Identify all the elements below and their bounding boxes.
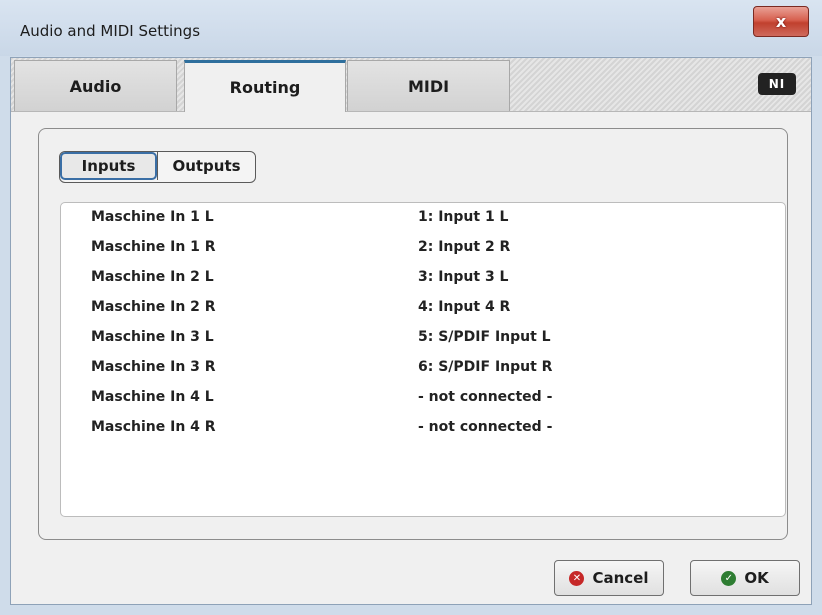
cancel-button[interactable]: ✕ Cancel: [554, 560, 664, 596]
list-item[interactable]: Maschine In 2 R 4: Input 4 R: [61, 295, 785, 325]
list-item[interactable]: Maschine In 2 L 3: Input 3 L: [61, 265, 785, 295]
window-title: Audio and MIDI Settings: [20, 22, 201, 40]
outputs-button[interactable]: Outputs: [157, 152, 255, 180]
list-item[interactable]: Maschine In 4 R - not connected -: [61, 415, 785, 445]
routing-panel: Inputs Outputs Maschine In 1 L 1: Input …: [38, 128, 788, 540]
check-icon: ✓: [721, 570, 737, 586]
tab-audio-label: Audio: [69, 76, 122, 96]
channel-source[interactable]: 2: Input 2 R: [418, 239, 510, 255]
close-icon: x: [775, 12, 787, 31]
list-item[interactable]: Maschine In 3 L 5: S/PDIF Input L: [61, 325, 785, 355]
channel-name: Maschine In 1 L: [91, 209, 214, 225]
channel-name: Maschine In 4 L: [91, 389, 214, 405]
channel-source[interactable]: - not connected -: [418, 419, 552, 435]
list-item[interactable]: Maschine In 3 R 6: S/PDIF Input R: [61, 355, 785, 385]
channel-name: Maschine In 2 L: [91, 269, 214, 285]
list-item[interactable]: Maschine In 1 L 1: Input 1 L: [61, 205, 785, 235]
channel-name: Maschine In 4 R: [91, 419, 216, 435]
tab-midi-label: MIDI: [407, 76, 450, 96]
list-item[interactable]: Maschine In 1 R 2: Input 2 R: [61, 235, 785, 265]
channel-source[interactable]: 3: Input 3 L: [418, 269, 508, 285]
ok-label: OK: [744, 569, 769, 587]
title-bar: Audio and MIDI Settings x: [0, 0, 822, 56]
channel-source[interactable]: 6: S/PDIF Input R: [418, 359, 552, 375]
list-item[interactable]: Maschine In 4 L - not connected -: [61, 385, 785, 415]
settings-window: Audio and MIDI Settings x Audio Routing …: [0, 0, 822, 615]
ok-button[interactable]: ✓ OK: [690, 560, 800, 596]
tab-routing[interactable]: Routing: [184, 60, 346, 112]
channel-name: Maschine In 3 L: [91, 329, 214, 345]
channel-source[interactable]: - not connected -: [418, 389, 552, 405]
tab-strip: Audio Routing MIDI NI: [11, 58, 811, 112]
tab-midi[interactable]: MIDI: [347, 60, 510, 111]
dialog-body: Audio Routing MIDI NI Inputs Outputs Mas…: [10, 57, 812, 605]
channel-source[interactable]: 4: Input 4 R: [418, 299, 510, 315]
inputs-outputs-toggle: Inputs Outputs: [59, 151, 256, 183]
cancel-label: Cancel: [592, 569, 649, 587]
channel-source[interactable]: 5: S/PDIF Input L: [418, 329, 551, 345]
channel-source[interactable]: 1: Input 1 L: [418, 209, 508, 225]
channel-name: Maschine In 1 R: [91, 239, 216, 255]
ni-logo-icon: NI: [758, 73, 796, 95]
close-button[interactable]: x: [753, 6, 809, 37]
cancel-icon: ✕: [569, 570, 585, 586]
tab-routing-label: Routing: [229, 78, 301, 97]
routing-list: Maschine In 1 L 1: Input 1 L Maschine In…: [60, 202, 786, 517]
tab-audio[interactable]: Audio: [14, 60, 177, 111]
inputs-button[interactable]: Inputs: [60, 152, 157, 180]
channel-name: Maschine In 3 R: [91, 359, 216, 375]
channel-name: Maschine In 2 R: [91, 299, 216, 315]
ni-logo-text: NI: [768, 77, 786, 91]
